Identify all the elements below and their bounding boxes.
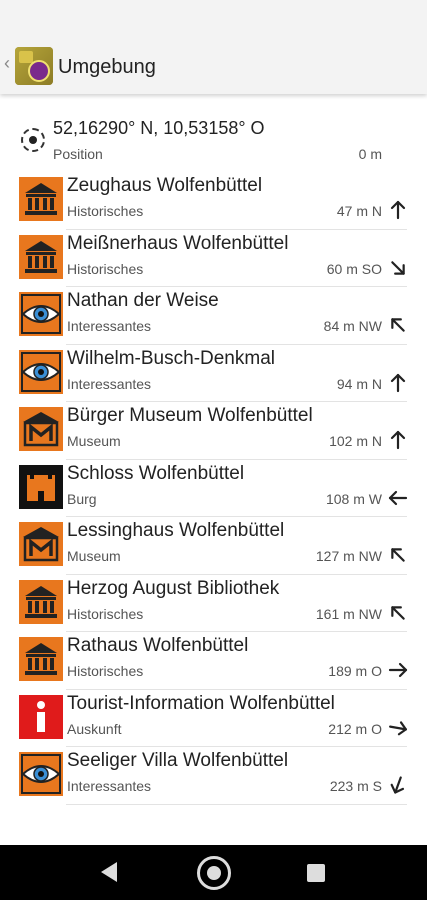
poi-distance: 127 m NW [315,548,382,564]
poi-category: Interessantes [67,318,152,334]
poi-category: Museum [67,433,121,449]
poi-name: Tourist-Information Wolfenbüttel [67,692,335,714]
poi-list-item[interactable]: Schloss Wolfenbüttel Burg 108 m W [0,460,427,517]
nav-back-icon[interactable] [101,862,117,882]
arrow-north-icon [387,199,409,221]
arrow-west-icon [387,487,409,509]
poi-list-item[interactable]: Rathaus Wolfenbüttel Historisches 189 m O [0,632,427,690]
poi-list-item[interactable]: Lessinghaus Wolfenbüttel Museum 127 m NW [0,517,427,575]
eye-icon [19,349,63,394]
current-position-row[interactable]: 52,16290° N, 10,53158° O Position 0 m [0,114,427,169]
info-icon [19,694,63,739]
position-distance: 0 m [358,146,382,162]
poi-list-item[interactable]: Nathan der Weise Interessantes 84 m NW [0,287,427,345]
app-logo-icon[interactable] [15,47,53,85]
museum-building-icon [19,637,63,681]
poi-name: Seeliger Villa Wolfenbüttel [67,750,289,771]
arrow-southeast-icon [387,257,409,279]
poi-distance: 189 m O [328,663,382,679]
poi-list-item[interactable]: Meißnerhaus Wolfenbüttel Historisches 60 m… [0,230,427,287]
poi-distance: 84 m NW [323,318,382,334]
system-nav-bar [0,845,427,900]
poi-distance: 94 m N [336,375,382,392]
museum-m-icon [19,407,63,451]
museum-m-icon [19,522,63,566]
poi-list-item[interactable]: Bürger Museum Wolfenbüttel Museum 102 m N [0,402,427,460]
poi-list-item[interactable]: Wilhelm-Busch-Denkmal Interessantes 94 m N [0,345,427,402]
arrow-east-icon [387,717,409,739]
poi-distance: 60 m SO [326,260,382,277]
poi-name: Rathaus Wolfenbüttel [67,635,249,656]
museum-building-icon [19,177,63,221]
poi-list: Zeughaus Wolfenbüttel Historisches 47 m N M… [0,172,427,805]
poi-name: Herzog August Bibliothek [67,577,280,599]
poi-name: Lessinghaus Wolfenbüttel [67,520,285,541]
poi-name: Nathan der Weise [67,290,219,311]
nav-recents-icon[interactable] [307,864,325,882]
poi-category: Auskunft [67,720,122,737]
location-target-icon [21,128,45,152]
poi-name: Zeughaus Wolfenbüttel [67,175,263,196]
poi-distance: 47 m N [336,203,382,219]
poi-list-item[interactable]: Tourist-Information Wolfenbüttel Auskunft… [0,690,427,747]
poi-distance: 223 m S [329,778,382,794]
arrow-northwest-icon [387,314,409,336]
museum-building-icon [19,579,63,624]
app-bar: ‹ Umgebung [0,0,427,94]
poi-category: Historisches [67,260,144,277]
arrow-north-icon [387,429,409,451]
poi-list-item[interactable]: Zeughaus Wolfenbüttel Historisches 47 m N [0,172,427,230]
poi-name: Meißnerhaus Wolfenbüttel [67,232,289,254]
arrow-northwest-icon [387,544,409,566]
poi-category: Museum [67,548,121,564]
nav-home-icon[interactable] [197,856,231,890]
poi-distance: 161 m NW [315,605,382,622]
poi-distance: 102 m N [329,433,382,449]
poi-name: Schloss Wolfenbüttel [67,462,245,484]
poi-category: Historisches [67,203,144,219]
arrow-east-icon [387,659,409,681]
poi-list-item[interactable]: Herzog August Bibliothek Historisches 161 … [0,575,427,632]
museum-building-icon [19,234,63,279]
poi-category: Historisches [67,605,144,622]
poi-category: Interessantes [67,778,152,794]
position-label: Position [53,146,103,162]
arrow-south-icon [387,774,409,796]
poi-category: Historisches [67,663,144,679]
divider [66,803,407,805]
poi-distance: 108 m W [325,490,382,507]
eye-icon [19,292,63,336]
poi-list-item[interactable]: Seeliger Villa Wolfenbüttel Interessantes… [0,747,427,805]
poi-category: Burg [67,490,97,507]
page-title: Umgebung [58,56,156,78]
arrow-northwest-icon [387,602,409,624]
eye-icon [19,752,63,796]
back-chevron-icon[interactable]: ‹ [4,54,10,72]
poi-name: Bürger Museum Wolfenbüttel [67,405,313,426]
arrow-north-icon [387,372,409,394]
position-coordinates: 52,16290° N, 10,53158° O [53,118,265,138]
poi-name: Wilhelm-Busch-Denkmal [67,347,275,369]
poi-distance: 212 m O [328,720,382,737]
poi-category: Interessantes [67,375,152,392]
castle-icon [19,464,63,509]
